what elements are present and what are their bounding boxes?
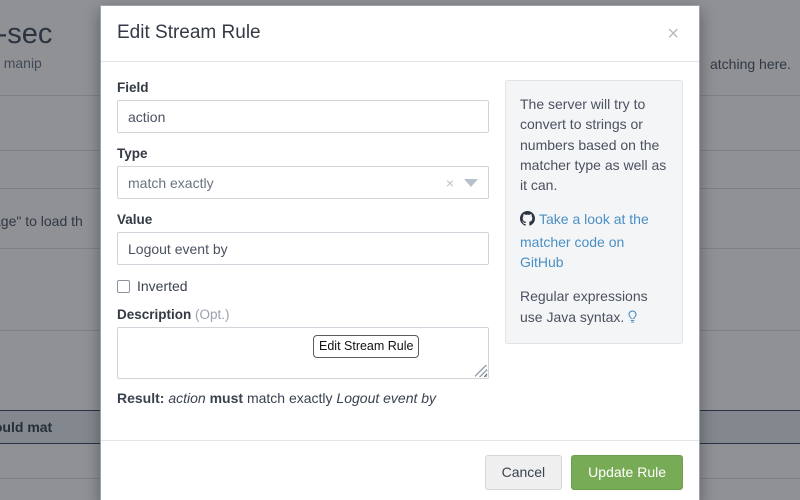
description-textarea-wrap: Edit Stream Rule xyxy=(117,327,489,379)
edit-stream-rule-modal: Edit Stream Rule × Field Type match exac… xyxy=(100,5,700,500)
value-group: Value xyxy=(117,212,489,265)
value-input[interactable] xyxy=(117,232,489,265)
lightbulb-icon[interactable] xyxy=(626,310,639,330)
floating-tooltip: Edit Stream Rule xyxy=(313,335,420,358)
inverted-checkbox[interactable] xyxy=(117,279,130,293)
matcher-code-link[interactable]: Take a look at the matcher code on GitHu… xyxy=(520,211,649,270)
type-select-value: match exactly xyxy=(128,174,214,191)
inverted-row[interactable]: Inverted xyxy=(117,278,489,294)
result-must: must xyxy=(209,390,244,406)
screen: local-sec tion and manip atching here. s… xyxy=(0,0,800,500)
help-regex-paragraph: Regular expressions use Java syntax. xyxy=(520,286,668,330)
modal-header: Edit Stream Rule × xyxy=(101,6,699,62)
help-paragraph: The server will try to convert to string… xyxy=(520,96,667,194)
description-label-text: Description xyxy=(117,307,192,322)
inverted-label[interactable]: Inverted xyxy=(137,278,188,294)
modal-title: Edit Stream Rule xyxy=(117,22,261,44)
modal-body: Field Type match exactly × Value xyxy=(101,62,699,440)
clear-icon[interactable]: × xyxy=(446,176,454,190)
close-icon[interactable]: × xyxy=(663,22,683,46)
chevron-down-icon[interactable] xyxy=(464,178,478,187)
help-column: The server will try to convert to string… xyxy=(505,80,683,436)
description-group: Description (Opt.) Edit Stream Rule xyxy=(117,307,489,379)
result-field: action xyxy=(168,390,206,406)
description-textarea[interactable] xyxy=(117,327,489,379)
field-label: Field xyxy=(117,80,149,95)
description-optional-text: (Opt.) xyxy=(195,307,230,322)
result-label: Result: xyxy=(117,390,165,406)
cancel-button[interactable]: Cancel xyxy=(484,455,563,490)
type-select[interactable]: match exactly × xyxy=(117,166,489,199)
value-label: Value xyxy=(117,212,153,227)
modal-footer: Cancel Update Rule xyxy=(101,440,699,500)
field-input[interactable] xyxy=(117,100,489,133)
type-group: Type match exactly × xyxy=(117,146,489,199)
description-label: Description (Opt.) xyxy=(117,307,489,322)
github-icon xyxy=(520,211,535,231)
result-value: Logout event by xyxy=(336,390,437,406)
help-link-paragraph: Take a look at the matcher code on GitHu… xyxy=(520,209,668,272)
field-group: Field xyxy=(117,80,489,133)
rule-form: Field Type match exactly × Value xyxy=(117,80,489,436)
result-summary: Result: action must match exactly Logout… xyxy=(117,390,489,406)
help-panel: The server will try to convert to string… xyxy=(505,80,683,344)
type-label: Type xyxy=(117,146,148,161)
result-matcher: match exactly xyxy=(246,390,333,406)
update-rule-button[interactable]: Update Rule xyxy=(571,455,683,490)
